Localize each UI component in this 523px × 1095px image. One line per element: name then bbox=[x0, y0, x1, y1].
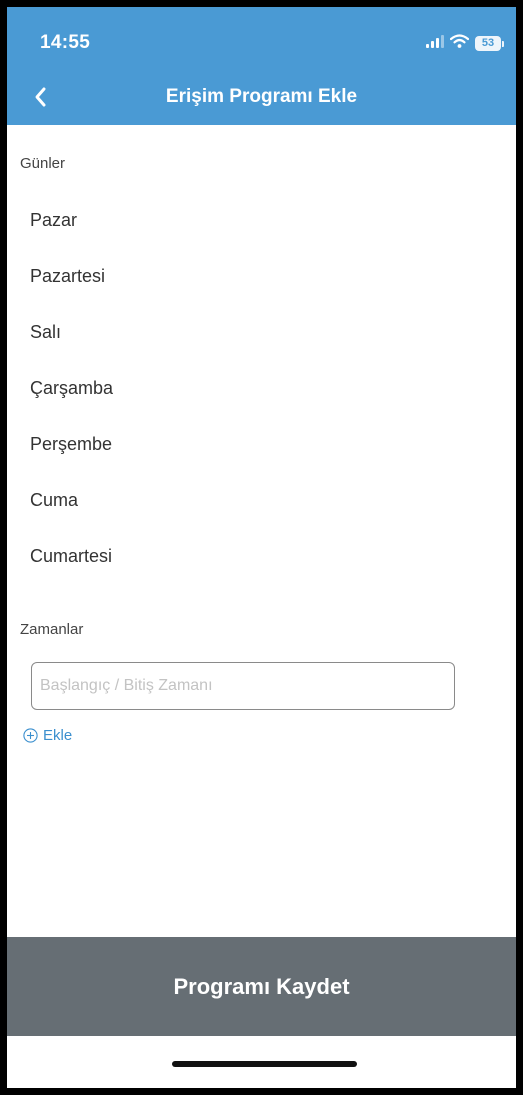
battery-icon: 53 bbox=[475, 36, 504, 51]
days-list: Pazar Pazartesi Salı Çarşamba Perşembe C… bbox=[7, 192, 516, 584]
home-indicator[interactable] bbox=[172, 1061, 357, 1067]
add-time-button[interactable]: Ekle bbox=[23, 727, 72, 744]
wifi-icon bbox=[449, 34, 470, 53]
day-item-wednesday[interactable]: Çarşamba bbox=[7, 360, 516, 416]
day-item-sunday[interactable]: Pazar bbox=[7, 192, 516, 248]
times-section-label: Zamanlar bbox=[20, 621, 84, 638]
signal-icon bbox=[426, 34, 444, 53]
day-item-saturday[interactable]: Cumartesi bbox=[7, 528, 516, 584]
battery-tip bbox=[502, 40, 504, 47]
day-item-friday[interactable]: Cuma bbox=[7, 472, 516, 528]
time-range-input[interactable] bbox=[31, 662, 455, 710]
phone-screen: 14:55 53 Erişim Programı Ekle Günler Paz… bbox=[7, 7, 516, 1088]
status-icons: 53 bbox=[426, 34, 504, 53]
add-time-label: Ekle bbox=[43, 727, 73, 744]
day-item-tuesday[interactable]: Salı bbox=[7, 304, 516, 360]
save-schedule-button[interactable]: Programı Kaydet bbox=[7, 937, 516, 1036]
days-section-label: Günler bbox=[20, 155, 66, 172]
page-title: Erişim Programı Ekle bbox=[165, 86, 358, 107]
battery-level: 53 bbox=[475, 36, 501, 51]
day-item-monday[interactable]: Pazartesi bbox=[7, 248, 516, 304]
app-header: 14:55 53 Erişim Programı Ekle bbox=[7, 7, 516, 125]
plus-circle-icon bbox=[23, 728, 38, 743]
status-time: 14:55 bbox=[40, 32, 91, 53]
day-item-thursday[interactable]: Perşembe bbox=[7, 416, 516, 472]
